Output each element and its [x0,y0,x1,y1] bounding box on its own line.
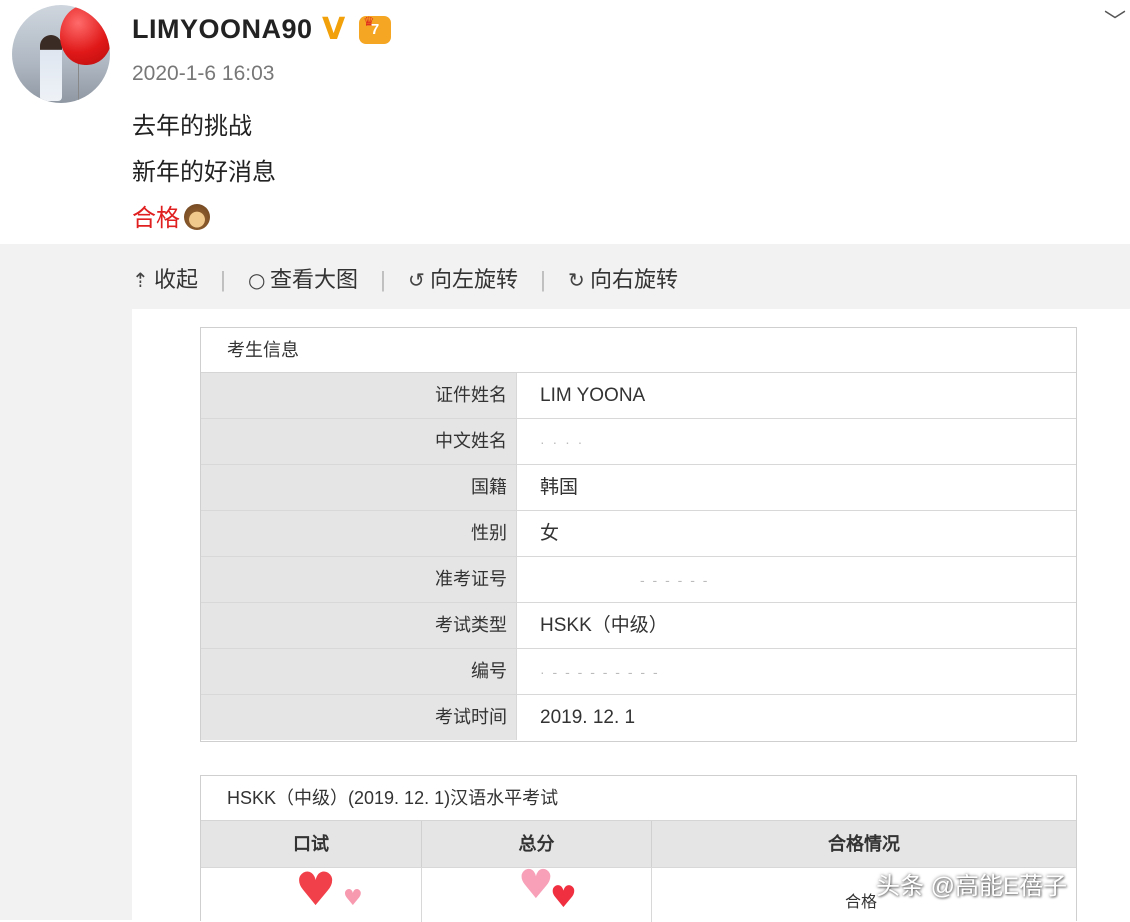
exam-result-title: HSKK（中级）(2019. 12. 1)汉语水平考试 [201,776,1076,821]
rotate-left-icon: ↺ [407,268,425,292]
column-header: 口试 [201,821,422,867]
collapse-icon: ⇡ [132,268,149,292]
chevron-down-icon[interactable]: ﹀ [1104,4,1126,36]
row-label: 考试时间 [201,695,516,740]
column-header: 合格情况 [828,834,900,854]
row-value-redacted: · - - - - - - - - - [516,649,1076,694]
post-text-line-3: 合格 [132,198,210,233]
rotate-right-label: 向右旋转 [589,267,678,292]
table-row: 中文姓名 · · · · [201,419,1076,465]
table-row: 编号 · - - - - - - - - - [201,649,1076,695]
table-row: 国籍 韩国 [201,465,1076,511]
view-large-button[interactable]: ○ 查看大图 [248,262,358,294]
row-value: 2019. 12. 1 [516,695,1076,740]
media-toolbar: ⇡ 收起 | ○ 查看大图 | ↺ 向左旋转 | ↻ 向右旋转 [132,262,678,294]
redacted-mark: · · · · [540,434,585,450]
row-value-redacted: - - - - - - [516,557,1076,602]
row-label: 性别 [201,511,516,556]
redacted-mark: · - - - - - - - - - [540,664,660,680]
table-header-row: 口试 总分 合格情况 [201,821,1076,868]
row-value: LIM YOONA [516,373,1076,418]
avatar-figure [40,35,62,101]
table-row: 性别 女 [201,511,1076,557]
avatar[interactable] [12,5,110,103]
row-value-redacted: · · · · [516,419,1076,464]
row-value: HSKK（中级） [516,603,1076,648]
username[interactable]: LIMYOONA90 [132,14,313,45]
oral-score-cell: ♥ ♥ [201,862,422,922]
verified-icon: V [322,12,346,47]
post-text-line-2: 新年的好消息 [132,159,276,186]
table-row: 考试时间 2019. 12. 1 [201,695,1076,740]
row-label: 中文姓名 [201,419,516,464]
table-row: 证件姓名 LIM YOONA [201,373,1076,419]
rotate-left-button[interactable]: ↺ 向左旋转 [408,262,518,294]
view-large-label: 查看大图 [269,267,358,292]
row-value: 女 [516,511,1076,556]
rotate-right-icon: ↻ [567,268,585,292]
row-label: 证件姓名 [201,373,516,418]
pass-status-value: 合格 [845,894,878,911]
row-label: 准考证号 [201,557,516,602]
total-score-cell: ♥ ♥ [422,862,652,922]
rotate-left-label: 向左旋转 [429,267,518,292]
member-badge-icon[interactable]: ♛ 7 [359,14,391,44]
magnifier-icon: ○ [247,268,266,292]
balloon-shape [60,5,110,65]
exam-info-title: 考生信息 [201,328,1076,373]
toolbar-divider: | [540,267,546,292]
exam-info-table: 考生信息 证件姓名 LIM YOONA 中文姓名 · · · · 国籍 韩国 性… [200,327,1077,742]
crown-icon: ♛ [363,14,375,29]
post-text-line-1: 去年的挑战 [132,113,252,140]
post-text-pass: 合格 [132,205,180,232]
see-no-evil-monkey-icon [184,204,210,230]
row-label: 编号 [201,649,516,694]
balloon-string [78,63,79,103]
row-label: 考试类型 [201,603,516,648]
redacted-mark: - - - - - - [640,572,710,588]
table-row: 考试类型 HSKK（中级） [201,603,1076,649]
row-label: 国籍 [201,465,516,510]
heart-sticker-icon: ♥ [518,862,554,908]
heart-sticker-icon: ♥ [343,886,363,911]
post-timestamp[interactable]: 2020-1-6 16:03 [132,62,274,86]
heart-sticker-icon: ♥ [295,862,337,916]
row-value: 韩国 [516,465,1076,510]
collapse-button[interactable]: ⇡ 收起 [132,262,198,294]
watermark-text: 头条 @高能E蓓子 [876,873,1068,900]
column-header: 总分 [422,821,652,867]
rotate-right-button[interactable]: ↻ 向右旋转 [568,262,678,294]
toolbar-divider: | [380,267,386,292]
heart-sticker-icon: ♥ [550,880,577,915]
toolbar-divider: | [220,267,226,292]
collapse-label: 收起 [154,267,199,292]
table-row: 准考证号 - - - - - - [201,557,1076,603]
